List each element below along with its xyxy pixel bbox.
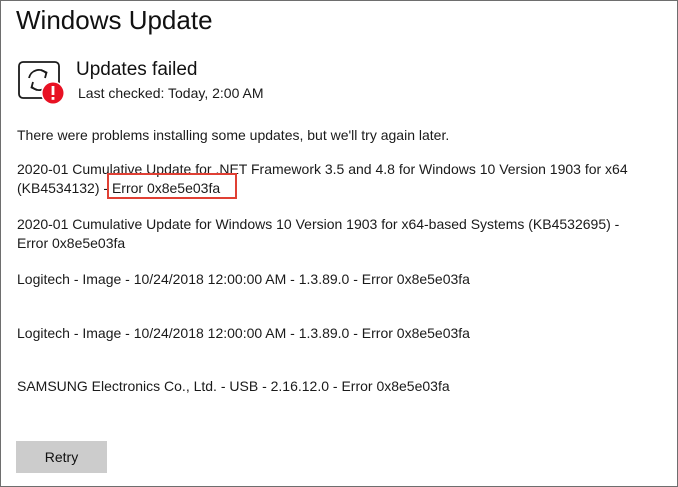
update-1-line-1: 2020-01 Cumulative Update for .NET Frame… bbox=[17, 161, 628, 177]
page-title: Windows Update bbox=[16, 5, 213, 35]
update-2-line-1: 2020-01 Cumulative Update for Windows 10… bbox=[17, 216, 620, 232]
retry-button[interactable]: Retry bbox=[16, 441, 107, 473]
update-3-text: Logitech - Image - 10/24/2018 12:00:00 A… bbox=[17, 271, 470, 287]
status-title: Updates failed bbox=[76, 59, 198, 80]
update-4-text: Logitech - Image - 10/24/2018 12:00:00 A… bbox=[17, 325, 470, 341]
last-checked-text: Last checked: Today, 2:00 AM bbox=[78, 85, 264, 101]
update-1-kb: (KB4534132) - bbox=[17, 180, 112, 196]
update-1-line-2: (KB4534132) - Error 0x8e5e03fa bbox=[17, 178, 220, 198]
sync-error-icon bbox=[18, 61, 65, 105]
status-message: There were problems installing some upda… bbox=[17, 127, 450, 143]
update-5-text: SAMSUNG Electronics Co., Ltd. - USB - 2.… bbox=[17, 378, 450, 394]
windows-update-window: Windows Update Updates failed Last check… bbox=[0, 0, 678, 487]
update-1-error: Error 0x8e5e03fa bbox=[111, 180, 221, 196]
update-2-error: Error 0x8e5e03fa bbox=[17, 235, 126, 251]
